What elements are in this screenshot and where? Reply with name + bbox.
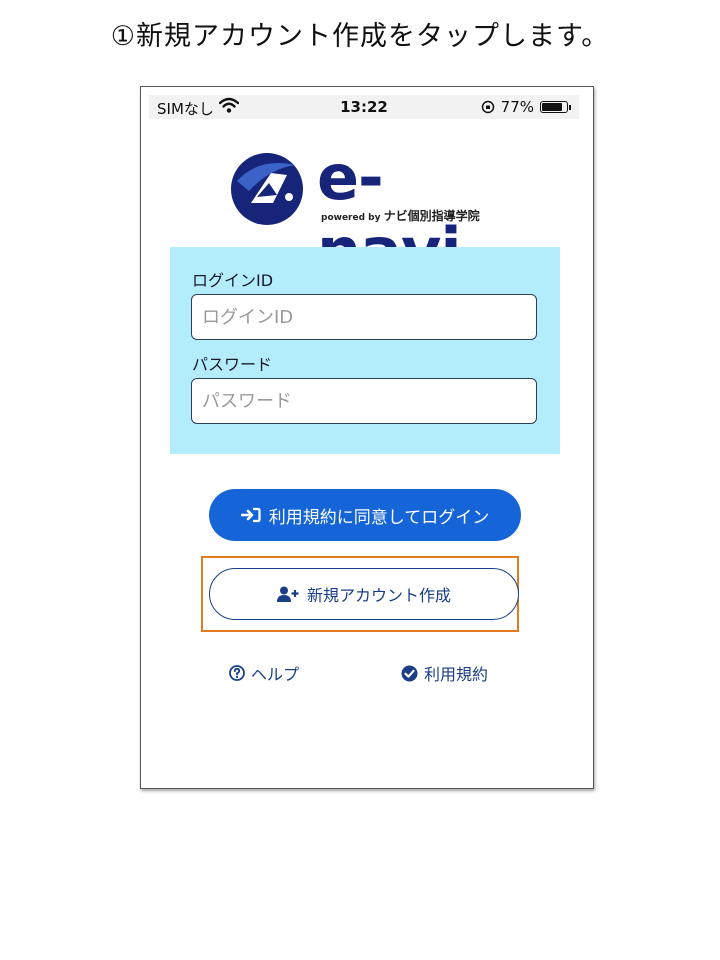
- status-right: 77%: [481, 98, 571, 116]
- terms-link[interactable]: 利用規約: [401, 661, 488, 685]
- password-input[interactable]: [191, 378, 537, 424]
- logo-emblem-icon: [231, 153, 303, 225]
- status-bar: SIMなし 13:22 77%: [149, 95, 579, 119]
- battery-percent: 77%: [500, 98, 534, 116]
- terms-link-label: 利用規約: [424, 665, 489, 684]
- instruction-caption: ①新規アカウント作成をタップします。: [110, 21, 610, 52]
- e-navi-logo: e-navi powered by ナビ個別指導学院: [229, 141, 509, 287]
- password-label: パスワード: [192, 355, 273, 374]
- create-account-button[interactable]: 新規アカウント作成: [209, 568, 519, 620]
- login-form-panel: ログインID パスワード: [170, 247, 560, 454]
- user-plus-icon: [276, 586, 299, 602]
- logo-subtitle: powered by ナビ個別指導学院: [321, 207, 480, 224]
- login-button[interactable]: 利用規約に同意してログイン: [209, 489, 521, 541]
- question-circle-icon: [229, 665, 245, 681]
- company-name: ナビ個別指導学院: [383, 209, 480, 223]
- help-link-label: ヘルプ: [251, 665, 300, 684]
- battery-icon: [540, 101, 568, 113]
- sign-in-icon: [240, 507, 261, 523]
- orientation-lock-icon: [481, 100, 495, 114]
- login-button-label: 利用規約に同意してログイン: [268, 507, 490, 528]
- phone-screen: SIMなし 13:22 77% e- powered by ナビ個別指導学院 ロ…: [140, 86, 594, 789]
- help-link[interactable]: ヘルプ: [229, 661, 299, 685]
- check-circle-icon: [401, 665, 418, 682]
- create-account-label: 新規アカウント作成: [306, 586, 451, 605]
- login-id-input[interactable]: [191, 294, 537, 340]
- login-id-label: ログインID: [192, 271, 274, 290]
- powered-by-label: powered by: [321, 213, 381, 223]
